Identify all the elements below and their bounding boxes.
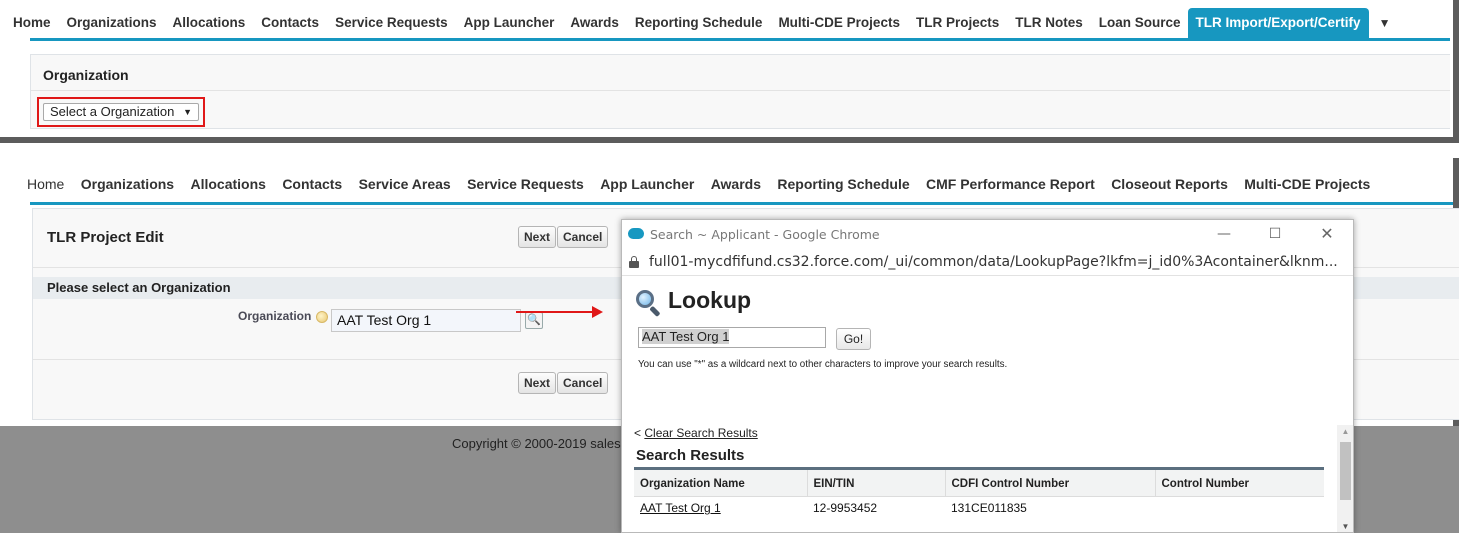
tab-contacts[interactable]: Contacts (274, 176, 350, 192)
next-button-top[interactable]: Next (518, 226, 557, 248)
cell-ein-tin: 12-9953452 (813, 501, 878, 515)
tab-underline-bar (30, 38, 1450, 41)
top-nav-tabs: Home Organizations Allocations Contacts … (0, 8, 1401, 38)
scroll-up-icon[interactable]: ▲ (1337, 425, 1353, 439)
tab-home[interactable]: Home (0, 176, 73, 192)
window-title: Search ~ Applicant - Google Chrome (650, 227, 880, 242)
column-header[interactable]: Organization Name (634, 468, 808, 497)
table-header-row: Organization Name EIN/TIN CDFI Control N… (634, 468, 1324, 497)
lock-icon (629, 256, 639, 268)
tab-reporting-schedule[interactable]: Reporting Schedule (626, 8, 770, 38)
clear-results: < Clear Search Results (634, 426, 758, 440)
tab-closeout-reports[interactable]: Closeout Reports (1103, 176, 1236, 192)
tab-allocations[interactable]: Allocations (182, 176, 274, 192)
scroll-thumb[interactable] (1340, 442, 1351, 500)
maximize-icon[interactable]: ☐ (1260, 224, 1290, 244)
select-value: Select a Organization (50, 104, 175, 119)
cell-organization-name: AAT Test Org 1 (634, 497, 807, 520)
dropdown-arrow-icon: ▼ (183, 107, 192, 117)
table-row: AAT Test Org 1 12-9953452 131CE011835 (634, 497, 1324, 520)
column-header[interactable]: EIN/TIN (807, 468, 946, 497)
tab-allocations[interactable]: Allocations (164, 8, 253, 38)
tab-multi-cde-projects[interactable]: Multi-CDE Projects (1236, 176, 1378, 192)
tab-tlr-import-export-certify[interactable]: TLR Import/Export/Certify (1187, 8, 1369, 38)
cell-cdfi-control-number: 131CE011835 (951, 501, 1027, 515)
top-nav-tabs: Home Organizations Allocations Contacts … (0, 168, 1378, 200)
tab-awards[interactable]: Awards (703, 176, 770, 192)
tab-underline-bar (30, 202, 1459, 205)
window-titlebar: Search ~ Applicant - Google Chrome — ☐ ✕ (622, 220, 1353, 248)
lookup-popup-window: Search ~ Applicant - Google Chrome — ☐ ✕… (621, 219, 1354, 533)
address-bar: full01-mycdfifund.cs32.force.com/_ui/com… (622, 248, 1353, 276)
organization-select-panel: Home Organizations Allocations Contacts … (0, 0, 1459, 143)
section-title: Organization (43, 67, 129, 83)
search-value: AAT Test Org 1 (642, 329, 730, 344)
clear-search-results-link[interactable]: Clear Search Results (644, 426, 757, 440)
page-title: TLR Project Edit (47, 229, 164, 246)
wildcard-hint: You can use "*" as a wildcard next to ot… (638, 359, 1008, 370)
cancel-button-top[interactable]: Cancel (557, 226, 609, 248)
minimize-icon[interactable]: — (1209, 224, 1239, 244)
organization-field[interactable]: AAT Test Org 1 (331, 309, 521, 332)
tab-service-areas[interactable]: Service Areas (350, 176, 458, 192)
organization-result-link[interactable]: AAT Test Org 1 (640, 501, 721, 515)
tab-multi-cde-projects[interactable]: Multi-CDE Projects (769, 8, 907, 38)
tab-contacts[interactable]: Contacts (252, 8, 326, 38)
scroll-down-icon[interactable]: ▼ (1337, 520, 1353, 532)
tab-app-launcher[interactable]: App Launcher (592, 176, 703, 192)
tab-cmf-performance-report[interactable]: CMF Performance Report (918, 176, 1103, 192)
column-header[interactable]: CDFI Control Number (945, 468, 1156, 497)
magnifier-icon (636, 290, 662, 318)
close-icon[interactable]: ✕ (1312, 224, 1342, 244)
tab-loan-source[interactable]: Loan Source (1090, 8, 1188, 38)
clear-prefix: < (634, 426, 642, 440)
organization-box: Organization Select a Organization ▼ (30, 54, 1450, 129)
cell-control-number (1155, 497, 1324, 520)
copyright-text: Copyright © 2000-2019 sales (452, 436, 621, 451)
tab-tlr-notes[interactable]: TLR Notes (1006, 8, 1090, 38)
divider (31, 90, 1450, 91)
url-text: full01-mycdfifund.cs32.force.com/_ui/com… (649, 254, 1338, 270)
search-results-area: < Clear Search Results Search Results Or… (622, 420, 1337, 532)
lookup-search-input[interactable]: AAT Test Org 1 (638, 327, 826, 348)
organization-field-label: Organization (238, 309, 312, 323)
tab-organizations[interactable]: Organizations (73, 176, 183, 192)
highlight-box: Select a Organization ▼ (37, 97, 205, 127)
tab-reporting-schedule[interactable]: Reporting Schedule (769, 176, 918, 192)
more-tabs-chevron-down-icon[interactable]: ▼ (1369, 8, 1401, 38)
cancel-button-bottom[interactable]: Cancel (557, 372, 609, 394)
tab-awards[interactable]: Awards (561, 8, 626, 38)
go-button[interactable]: Go! (836, 328, 871, 350)
search-results-title: Search Results (636, 447, 745, 464)
results-scrollbar[interactable]: ▲ ▼ (1337, 425, 1353, 532)
lookup-title: Lookup (668, 287, 752, 313)
annotation-arrow-head (592, 306, 603, 318)
salesforce-cloud-icon (628, 228, 644, 239)
tab-service-requests[interactable]: Service Requests (326, 8, 455, 38)
info-icon (316, 311, 328, 323)
results-table: Organization Name EIN/TIN CDFI Control N… (634, 467, 1324, 519)
annotation-arrow (516, 311, 594, 313)
organization-select[interactable]: Select a Organization ▼ (43, 103, 199, 121)
tab-home[interactable]: Home (0, 8, 58, 38)
tab-tlr-projects[interactable]: TLR Projects (907, 8, 1006, 38)
next-button-bottom[interactable]: Next (518, 372, 557, 394)
tab-app-launcher[interactable]: App Launcher (455, 8, 562, 38)
tab-service-requests[interactable]: Service Requests (459, 176, 592, 192)
tab-organizations[interactable]: Organizations (58, 8, 164, 38)
tlr-project-edit-panel: Home Organizations Allocations Contacts … (0, 158, 1459, 533)
column-header[interactable]: Control Number (1155, 468, 1324, 497)
lookup-search-icon[interactable]: 🔍 (525, 312, 543, 329)
